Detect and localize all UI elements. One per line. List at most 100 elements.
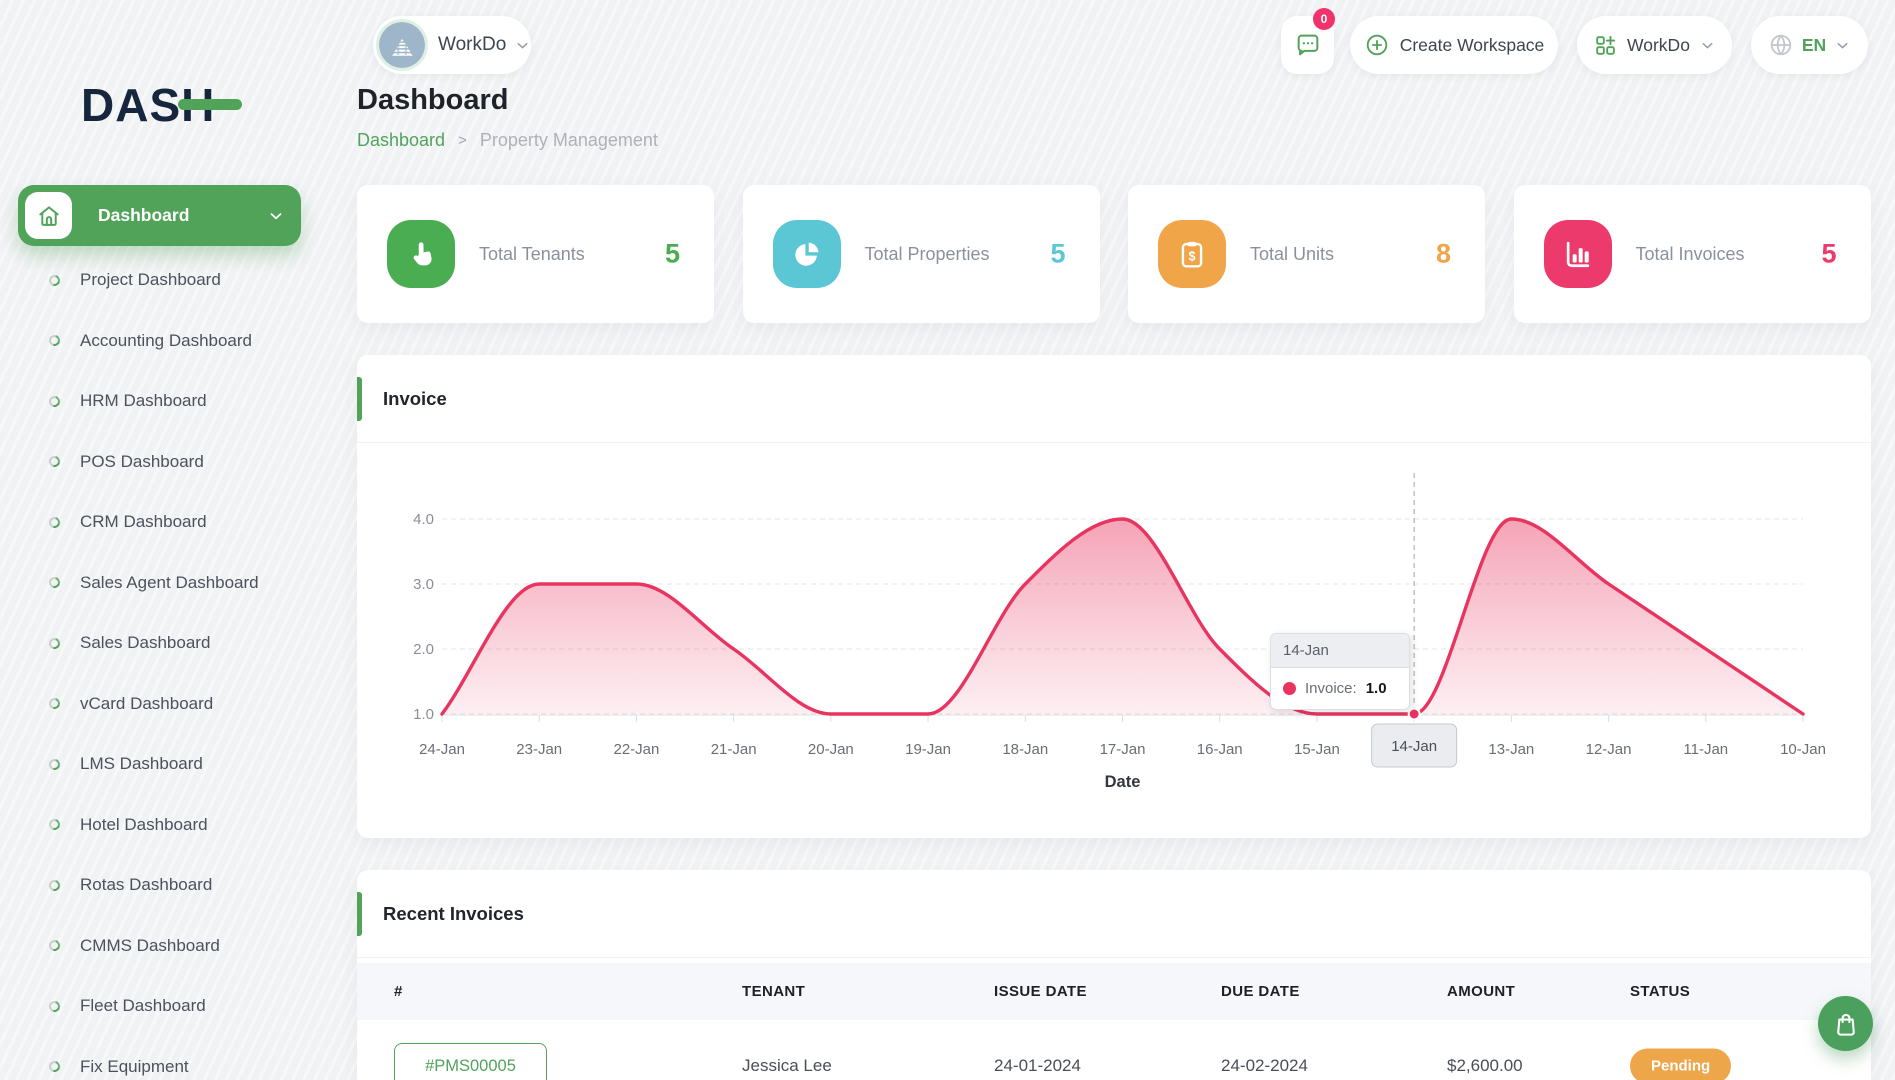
sidebar-active-label: Dashboard [98,205,267,226]
shopping-bag-icon [1832,1010,1860,1038]
column-header-issue-date: ISSUE DATE [994,963,1087,1020]
circle-bullet-icon [47,878,62,893]
chat-bubble-icon [1294,31,1322,59]
circle-bullet-icon [47,273,62,288]
sidebar-item-label: Fix Equipment [80,1057,189,1077]
workspace-name: WorkDo [438,34,506,56]
apps-menu-button[interactable]: WorkDo [1577,16,1732,74]
breadcrumb: Dashboard > Property Management [357,130,658,151]
column-header-id: # [394,963,403,1020]
chevron-down-icon [1834,37,1851,54]
sidebar-item-label: LMS Dashboard [80,754,203,774]
stat-value: 5 [1050,239,1065,270]
svg-text:13-Jan: 13-Jan [1488,741,1534,758]
stat-value: 5 [1821,239,1836,270]
column-header-status: STATUS [1630,963,1690,1020]
sidebar-item-dashboard-active[interactable]: Dashboard [18,185,301,246]
circle-bullet-icon [47,575,62,590]
sidebar-item-label: POS Dashboard [80,452,204,472]
amount-cell: $2,600.00 [1447,1056,1523,1076]
sidebar-item-sales-dashboard[interactable]: Sales Dashboard [0,613,341,674]
sidebar-item-hotel-dashboard[interactable]: Hotel Dashboard [0,795,341,856]
stat-value: 8 [1436,239,1451,270]
sidebar-item-pos-dashboard[interactable]: POS Dashboard [0,432,341,493]
sidebar-item-label: HRM Dashboard [80,391,207,411]
dash-logo[interactable]: DASH [81,78,261,134]
sidebar-item-sales-agent-dashboard[interactable]: Sales Agent Dashboard [0,553,341,614]
svg-text:24-Jan: 24-Jan [419,741,465,758]
circle-bullet-icon [47,454,62,469]
column-header-due-date: DUE DATE [1221,963,1300,1020]
property-management-dashboard: DASH Dashboard Project Dashboard Account… [0,0,1895,1080]
stat-value: 5 [665,239,680,270]
stat-card-total-tenants: Total Tenants 5 [357,185,714,323]
sidebar-item-hrm-dashboard[interactable]: HRM Dashboard [0,371,341,432]
sidebar-item-label: Accounting Dashboard [80,331,252,351]
globe-icon [1768,32,1794,58]
invoices-table-header: #TENANTISSUE DATEDUE DATEAMOUNTSTATUS [357,963,1871,1020]
svg-text:15-Jan: 15-Jan [1294,741,1340,758]
chevron-down-icon [514,37,531,54]
sidebar-item-label: Hotel Dashboard [80,815,208,835]
circle-bullet-icon [47,515,62,530]
sidebar-item-crm-dashboard[interactable]: CRM Dashboard [0,492,341,553]
create-workspace-label: Create Workspace [1400,35,1545,56]
language-code: EN [1802,35,1826,56]
svg-text:4.0: 4.0 [413,511,434,528]
circle-bullet-icon [47,1059,62,1074]
circle-bullet-icon [47,757,62,772]
svg-text:2.0: 2.0 [413,641,434,658]
sidebar-item-cmms-dashboard[interactable]: CMMS Dashboard [0,916,341,977]
sidebar-item-label: CRM Dashboard [80,512,207,532]
stat-label: Total Invoices [1636,244,1745,265]
workspace-switcher[interactable]: WorkDo [373,16,531,74]
sidebar-item-label: Fleet Dashboard [80,996,206,1016]
sidebar-item-label: Sales Dashboard [80,633,210,653]
svg-text:10-Jan: 10-Jan [1780,741,1826,758]
svg-text:3.0: 3.0 [413,576,434,593]
create-workspace-button[interactable]: Create Workspace [1350,16,1558,74]
sidebar-item-lms-dashboard[interactable]: LMS Dashboard [0,734,341,795]
svg-text:14-Jan: 14-Jan [1391,738,1437,755]
stat-label: Total Units [1250,244,1334,265]
apps-grid-icon [1593,33,1618,58]
clipboard-dollar-icon: $ [1158,220,1226,288]
svg-text:20-Jan: 20-Jan [808,741,854,758]
status-badge: Pending [1630,1049,1731,1080]
sidebar-item-label: vCard Dashboard [80,694,213,714]
column-header-amount: AMOUNT [1447,963,1515,1020]
sidebar-nav: Project Dashboard Accounting Dashboard H… [0,250,341,1080]
shop-fab-button[interactable] [1818,996,1873,1051]
apps-menu-label: WorkDo [1627,35,1690,56]
sidebar-item-vcard-dashboard[interactable]: vCard Dashboard [0,674,341,735]
sidebar-item-fleet-dashboard[interactable]: Fleet Dashboard [0,976,341,1037]
sidebar-item-project-dashboard[interactable]: Project Dashboard [0,250,341,311]
language-selector[interactable]: EN [1751,16,1868,74]
stat-cards-row: Total Tenants 5 Total Properties 5 $ Tot… [357,185,1871,323]
svg-text:$: $ [1188,249,1195,263]
issue-date-cell: 24-01-2024 [994,1056,1081,1076]
svg-text:21-Jan: 21-Jan [711,741,757,758]
invoice-id-link[interactable]: #PMS00005 [394,1043,547,1080]
invoice-chart-panel: Invoice 4.03.02.01.024-Jan23-Jan22-Jan21… [357,355,1871,838]
chart-tooltip: 14-Jan Invoice: 1.0 [1270,633,1410,710]
svg-text:23-Jan: 23-Jan [516,741,562,758]
breadcrumb-dashboard-link[interactable]: Dashboard [357,130,445,151]
stat-card-total-units: $ Total Units 8 [1128,185,1485,323]
sidebar-item-rotas-dashboard[interactable]: Rotas Dashboard [0,855,341,916]
series-dot-icon [1283,682,1296,695]
invoice-panel-header: Invoice [357,355,1871,443]
due-date-cell: 24-02-2024 [1221,1056,1308,1076]
hand-pointer-icon [387,220,455,288]
svg-text:22-Jan: 22-Jan [613,741,659,758]
svg-text:11-Jan: 11-Jan [1683,741,1728,758]
sidebar-item-label: Project Dashboard [80,270,221,290]
chevron-down-icon [1699,37,1716,54]
sidebar-item-accounting-dashboard[interactable]: Accounting Dashboard [0,311,341,372]
circle-bullet-icon [47,817,62,832]
stat-card-total-properties: Total Properties 5 [743,185,1100,323]
breadcrumb-separator: > [458,132,467,149]
invoice-area-chart[interactable]: 4.03.02.01.024-Jan23-Jan22-Jan21-Jan20-J… [357,443,1871,838]
workspace-avatar [379,22,425,68]
sidebar-item-fix-equipment[interactable]: Fix Equipment [0,1037,341,1080]
